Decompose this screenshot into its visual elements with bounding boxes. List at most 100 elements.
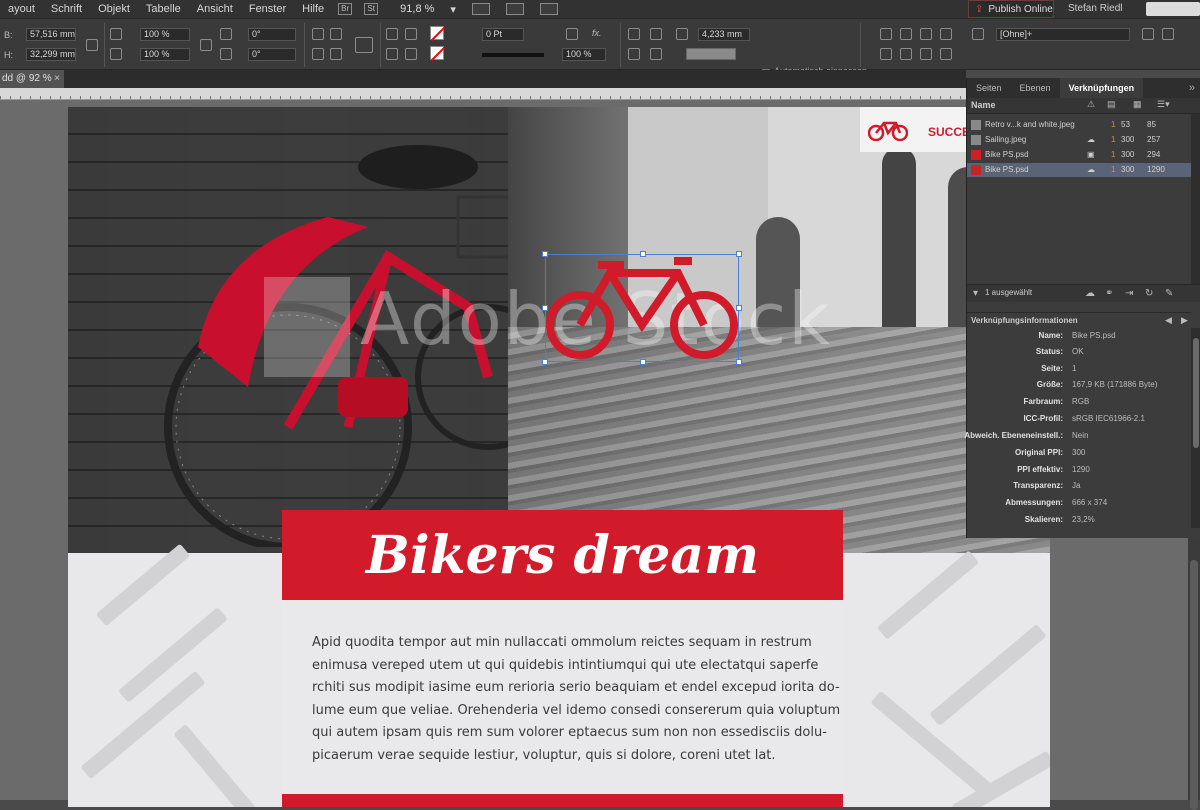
align-right-icon[interactable] [920,28,932,40]
shear-field[interactable]: 0° [248,48,296,61]
flip-horizontal-icon[interactable] [312,48,324,60]
resize-handle[interactable] [640,251,646,257]
align-center-icon[interactable] [900,28,912,40]
links-scrollbar[interactable] [1191,114,1200,284]
menu-hilfe[interactable]: Hilfe [294,3,332,15]
menu-tabelle[interactable]: Tabelle [138,3,189,15]
stock-button[interactable]: St [364,3,379,15]
height-field[interactable]: 32,299 mm [26,48,76,61]
photo-background[interactable]: SUCCE Adobe Stock [68,107,1050,553]
select-container-icon[interactable] [386,28,398,40]
rotate-cw-icon[interactable] [312,28,324,40]
distribute-center-icon[interactable] [900,48,912,60]
resize-handle[interactable] [542,359,548,365]
go-to-link-icon[interactable]: ⇥ [1125,288,1133,299]
select-content-icon[interactable] [386,48,398,60]
panel-menu-icon[interactable] [1162,28,1174,40]
link-page[interactable]: 1 [1111,118,1115,132]
color-swatch[interactable] [686,48,736,60]
width-field[interactable]: 57,516 mm [26,28,76,41]
horizontal-ruler[interactable] [0,88,966,100]
resize-handle[interactable] [542,305,548,311]
tab-ebenen[interactable]: Ebenen [1011,78,1060,98]
disclosure-triangle-icon[interactable]: ▾ [973,288,978,299]
rotate-ccw-icon[interactable] [330,28,342,40]
info-scrollbar-thumb[interactable] [1193,338,1199,448]
opacity-field[interactable]: 100 % [562,48,606,61]
distribute-top-icon[interactable] [940,48,952,60]
fit-frame-icon[interactable] [628,28,640,40]
link-scale-icon[interactable] [200,39,212,51]
resize-handle[interactable] [542,251,548,257]
chevron-down-icon[interactable]: ▾ [442,3,464,16]
next-icon[interactable]: ▶ [1181,315,1188,326]
link-page[interactable]: 1 [1111,133,1115,147]
p-icon[interactable] [355,37,373,53]
select-next-icon[interactable] [405,48,417,60]
zoom-level[interactable]: 91,8 % [392,3,442,15]
page-column-icon[interactable]: ▤ [1107,99,1116,110]
fit-content-icon[interactable] [650,28,662,40]
scale-x-field[interactable]: 100 % [140,28,190,41]
rotate-field[interactable]: 0° [248,28,296,41]
previous-icon[interactable]: ◀ [1165,315,1172,326]
quick-apply-icon[interactable] [1142,28,1154,40]
headline-box[interactable]: Bikers dream [282,510,843,600]
update-link-icon[interactable]: ↻ [1145,288,1153,299]
publish-online-button[interactable]: ⇪ Publish Online [968,0,1054,18]
grid-column-icon[interactable]: ▦ [1133,99,1142,110]
body-text[interactable]: Apid quodita tempor aut min nullaccati o… [312,632,840,767]
edit-original-icon[interactable]: ✎ [1165,288,1173,299]
warning-column-icon[interactable]: ⚠ [1087,99,1095,110]
selection-frame[interactable] [542,251,742,365]
tab-verknuepfungen[interactable]: Verknüpfungen [1059,78,1144,98]
bridge-button[interactable]: Br [338,3,353,15]
menu-ansicht[interactable]: Ansicht [189,3,241,15]
resize-handle[interactable] [640,359,646,365]
link-page[interactable]: 1 [1111,163,1115,177]
menu-objekt[interactable]: Objekt [90,3,138,15]
user-name[interactable]: Stefan Riedl [1068,3,1122,14]
close-icon[interactable]: × [54,70,60,88]
resize-handle[interactable] [736,251,742,257]
align-left-icon[interactable] [880,28,892,40]
stroke-type-selector[interactable] [482,53,544,57]
link-row[interactable]: Sailing.jpeg ☁ 1 300 257 [967,133,1191,147]
document-tab[interactable]: dd @ 92 % × [0,70,64,88]
view-options-icon[interactable] [471,3,490,15]
align-top-icon[interactable] [940,28,952,40]
fill-none-swatch[interactable] [430,26,444,40]
stroke-none-swatch[interactable] [430,46,444,60]
stroke-weight-field[interactable]: 0 Pt [482,28,524,41]
fill-proportionally-icon[interactable] [628,48,640,60]
tab-seiten[interactable]: Seiten [967,78,1011,98]
distribute-right-icon[interactable] [920,48,932,60]
spacing-field[interactable]: 4,233 mm [698,28,750,41]
center-content-icon[interactable] [650,48,662,60]
effects-icon[interactable]: fx. [592,28,602,38]
screen-mode-icon[interactable] [505,3,524,15]
panel-menu-icon[interactable]: » [1189,78,1200,98]
list-options-icon[interactable]: ☰▾ [1157,99,1170,110]
resize-handle[interactable] [736,305,742,311]
arrange-documents-icon[interactable] [539,3,558,15]
link-row[interactable]: Retro v...k and white.jpeg 1 53 85 [967,118,1191,132]
resize-handle[interactable] [736,359,742,365]
menu-schrift[interactable]: Schrift [43,3,90,15]
cc-libraries-icon[interactable]: ☁ [1085,288,1095,299]
search-input[interactable] [1146,2,1200,16]
menu-layout[interactable]: ayout [0,3,43,15]
distribute-left-icon[interactable] [880,48,892,60]
constrain-proportions-icon[interactable] [86,39,98,51]
select-previous-icon[interactable] [405,28,417,40]
drop-shadow-icon[interactable] [566,28,578,40]
relink-icon[interactable]: ⚭ [1105,288,1113,299]
scale-y-field[interactable]: 100 % [140,48,190,61]
object-style-select[interactable]: [Ohne]+ [996,28,1130,41]
scrollbar-thumb[interactable] [1190,560,1198,810]
link-row-selected[interactable]: Bike PS.psd ☁ 1 300 1290 [967,163,1191,177]
menu-fenster[interactable]: Fenster [241,3,294,15]
column-name[interactable]: Name [971,100,996,110]
link-page[interactable]: 1 [1111,148,1115,162]
link-row[interactable]: Bike PS.psd ▣ 1 300 294 [967,148,1191,162]
